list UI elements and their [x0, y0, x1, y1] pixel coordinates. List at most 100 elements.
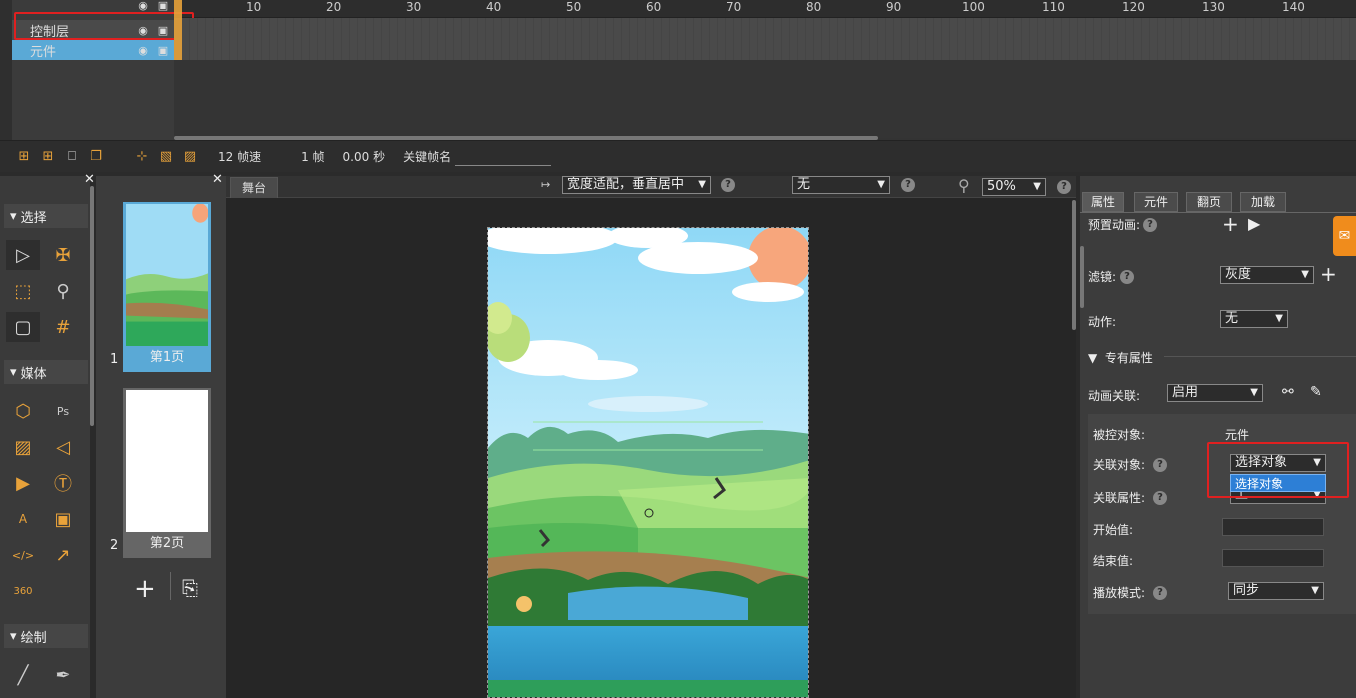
- import-page-icon[interactable]: ⎘: [182, 576, 198, 600]
- scene-illustration: [488, 228, 808, 697]
- zoom-value: 50%: [987, 179, 1016, 194]
- zoom-icon: ⚲: [958, 176, 970, 195]
- help-icon[interactable]: ?: [1153, 491, 1167, 505]
- page-number: 2: [110, 538, 119, 553]
- lock-icon[interactable]: ▣: [156, 0, 170, 12]
- frame-select-icon[interactable]: ▢: [6, 312, 40, 342]
- page-preview-1: [126, 204, 208, 346]
- page-thumb-2[interactable]: 第2页: [123, 388, 211, 558]
- code-icon[interactable]: </>: [6, 540, 40, 570]
- ruler-label: 80: [806, 0, 822, 14]
- unlink-icon[interactable]: ⚯: [1282, 384, 1294, 400]
- tab-component[interactable]: 元件: [1134, 192, 1178, 212]
- section-draw[interactable]: ▾ 绘制: [4, 624, 88, 648]
- help-icon[interactable]: ?: [1057, 180, 1071, 194]
- anim-link-select[interactable]: 启用 ▼: [1167, 384, 1263, 402]
- controlled-object-value: 元件: [1225, 428, 1250, 442]
- pointer-tool-icon[interactable]: ▷: [6, 240, 40, 270]
- preset-animation-label: 预置动画:: [1088, 218, 1141, 232]
- add-filter-icon[interactable]: +: [1320, 262, 1337, 286]
- fps-label: 12 帧速: [218, 150, 262, 164]
- page-number: 1: [110, 352, 119, 367]
- delete-icon[interactable]: ⎕: [62, 147, 82, 167]
- help-icon[interactable]: ?: [721, 178, 735, 192]
- frame-ruler[interactable]: 10 20 30 40 50 60 70 80 90 100 110 120 1…: [174, 0, 1356, 18]
- playhead[interactable]: [174, 0, 182, 60]
- frame-grid-empty: [174, 60, 1356, 138]
- anim-link-value: 启用: [1172, 385, 1199, 400]
- help-icon[interactable]: ?: [1153, 458, 1167, 472]
- pages-panel: ✕ 第1页 1 第2页 2 + ⎘: [96, 172, 226, 698]
- add-folder-icon[interactable]: ⊞: [38, 147, 58, 167]
- motion-icon[interactable]: ⊹: [132, 147, 152, 167]
- add-layer-icon[interactable]: ⊞: [14, 147, 34, 167]
- ruler-label: 30: [406, 0, 422, 14]
- slideshow-icon[interactable]: ▣: [46, 504, 80, 534]
- panorama-360-icon[interactable]: 360: [6, 576, 40, 606]
- ruler-label: 50: [566, 0, 582, 14]
- tools-scrollbar[interactable]: [90, 186, 94, 426]
- play-mode-label: 播放模式:: [1093, 586, 1146, 600]
- text-icon[interactable]: Ⓣ: [46, 468, 80, 498]
- zoom-select[interactable]: 50% ▼: [982, 178, 1046, 196]
- properties-scrollbar[interactable]: [1080, 246, 1084, 308]
- stage-canvas[interactable]: [487, 227, 809, 698]
- play-mode-select[interactable]: 同步 ▼: [1228, 582, 1324, 600]
- video-icon[interactable]: ▶: [6, 468, 40, 498]
- section-select[interactable]: ▾ 选择: [4, 204, 88, 228]
- action-select[interactable]: 无 ▼: [1220, 310, 1288, 328]
- tab-divider: [1080, 212, 1356, 213]
- tab-page-flip[interactable]: 翻页: [1186, 192, 1232, 212]
- page-thumb-1[interactable]: 第1页: [123, 202, 211, 372]
- eye-icon[interactable]: ◉: [136, 43, 150, 57]
- fit-mode-select[interactable]: 宽度适配，垂直居中 ▼: [562, 176, 711, 194]
- help-icon[interactable]: ?: [1153, 586, 1167, 600]
- tab-properties[interactable]: 属性: [1082, 192, 1124, 212]
- play-icon[interactable]: ▶: [1248, 214, 1260, 233]
- filter-select[interactable]: 灰度 ▼: [1220, 266, 1314, 284]
- help-icon[interactable]: ?: [1143, 218, 1157, 232]
- eye-icon[interactable]: ◉: [136, 0, 150, 12]
- close-icon[interactable]: ✕: [212, 172, 223, 187]
- add-icon[interactable]: +: [1222, 212, 1239, 236]
- chat-icon[interactable]: ✉: [1333, 216, 1356, 256]
- transform-icon[interactable]: ⬚: [6, 276, 40, 306]
- section-media[interactable]: ▾ 媒体: [4, 360, 88, 384]
- action-label: 动作:: [1088, 315, 1117, 329]
- keyframe-icon[interactable]: ▨: [180, 147, 200, 167]
- close-icon[interactable]: ✕: [84, 172, 95, 187]
- filter-label: 滤镜:: [1088, 270, 1117, 284]
- end-value-input[interactable]: [1222, 549, 1324, 567]
- linked-property-label: 关联属性:: [1093, 491, 1146, 505]
- image-icon[interactable]: ▨: [6, 432, 40, 462]
- path-select-icon[interactable]: ✠: [46, 240, 80, 270]
- chart-icon[interactable]: ↗: [46, 540, 80, 570]
- zoom-icon[interactable]: ⚲: [46, 276, 80, 306]
- tab-stage[interactable]: 舞台: [230, 177, 278, 198]
- help-icon[interactable]: ?: [1120, 270, 1134, 284]
- start-value-input[interactable]: [1222, 518, 1324, 536]
- keyframe-name-input[interactable]: [455, 147, 552, 166]
- ruler-label: 100: [962, 0, 985, 14]
- help-icon[interactable]: ?: [901, 178, 915, 192]
- tab-loading[interactable]: 加载: [1240, 192, 1286, 212]
- layer-row-component[interactable]: 元件 ◉ ▣: [12, 40, 174, 60]
- lock-icon[interactable]: ▣: [156, 43, 170, 57]
- add-page-icon[interactable]: +: [134, 574, 156, 604]
- 3d-box-icon[interactable]: ⬡: [6, 396, 40, 426]
- text-box-icon[interactable]: A: [6, 504, 40, 534]
- ps-icon[interactable]: Ps: [46, 396, 80, 426]
- edit-icon[interactable]: ✎: [1310, 384, 1322, 400]
- frame-icon[interactable]: ▧: [156, 147, 176, 167]
- line-tool-icon[interactable]: ╱: [6, 660, 40, 690]
- divider: [170, 572, 171, 600]
- audio-icon[interactable]: ◁: [46, 432, 80, 462]
- frame-grid[interactable]: [174, 18, 1356, 60]
- pen-tool-icon[interactable]: ✒: [46, 660, 80, 690]
- chevron-down-icon: ▼: [1311, 585, 1319, 596]
- grid-icon[interactable]: #: [46, 312, 80, 342]
- special-props-header[interactable]: ▼ 专有属性: [1088, 349, 1153, 366]
- background-select[interactable]: 无 ▼: [792, 176, 890, 194]
- copy-layer-icon[interactable]: ❐: [86, 147, 106, 167]
- ruler-label: 130: [1202, 0, 1225, 14]
